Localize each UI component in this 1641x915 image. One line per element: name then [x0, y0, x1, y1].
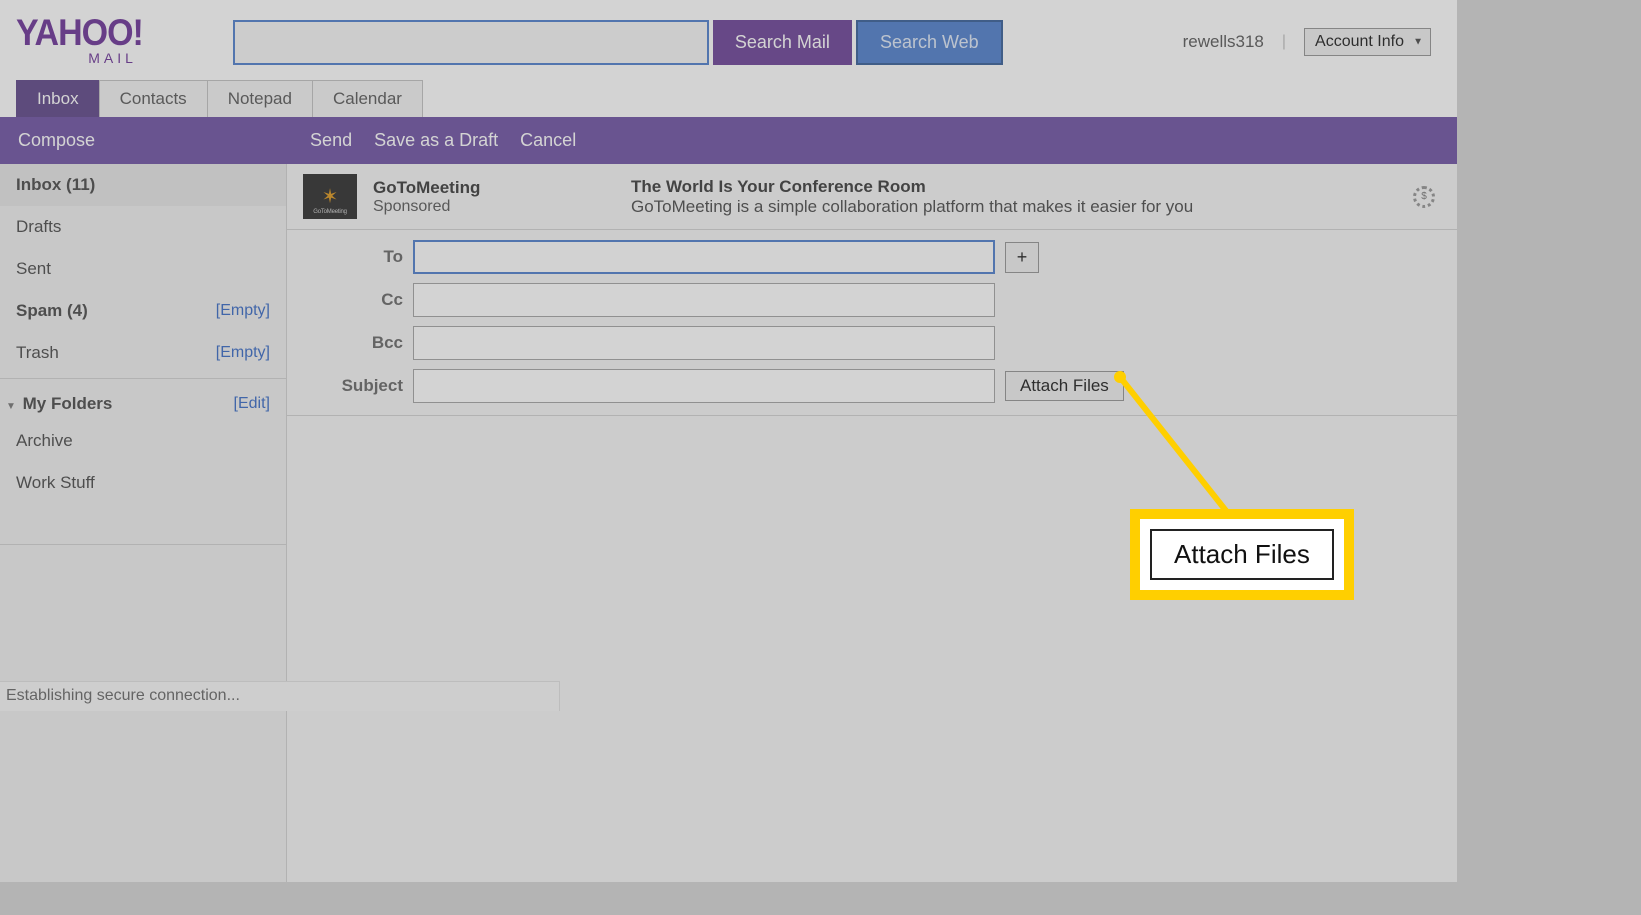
sidebar-spam[interactable]: Spam (4) [Empty]: [0, 290, 286, 332]
divider: |: [1282, 33, 1286, 51]
search-web-button[interactable]: Search Web: [856, 20, 1003, 65]
bcc-label: Bcc: [303, 333, 413, 353]
right-margin: [1457, 0, 1641, 915]
sidebar-divider: [0, 378, 286, 379]
compose-button[interactable]: Compose: [18, 130, 95, 151]
user-name[interactable]: rewells318: [1183, 32, 1264, 52]
callout-box: Attach Files: [1130, 509, 1354, 600]
ad-brand-col: GoToMeeting Sponsored: [373, 178, 631, 216]
ad-description: GoToMeeting is a simple collaboration pl…: [631, 197, 1193, 217]
header: YAHOO! MAIL Search Mail Search Web rewel…: [0, 0, 1457, 80]
sidebar-inbox-label: Inbox (11): [16, 175, 95, 195]
cc-row: Cc: [303, 283, 1441, 317]
trash-empty-link[interactable]: [Empty]: [216, 344, 270, 362]
to-row: To +: [303, 240, 1441, 274]
cc-input[interactable]: [413, 283, 995, 317]
yahoo-mail-logo[interactable]: YAHOO! MAIL: [16, 18, 143, 67]
sidebar-sent-label: Sent: [16, 259, 51, 279]
sidebar-sent[interactable]: Sent: [0, 248, 286, 290]
sidebar-my-folders[interactable]: ▼ My Folders [Edit]: [0, 383, 286, 420]
status-bar: Establishing secure connection...: [0, 681, 560, 711]
folder-archive-label: Archive: [16, 431, 73, 451]
folder-work-stuff-label: Work Stuff: [16, 473, 95, 493]
compose-toolbar: Compose Send Save as a Draft Cancel: [0, 117, 1457, 164]
sidebar-trash[interactable]: Trash [Empty]: [0, 332, 286, 374]
sidebar-spam-label: Spam (4): [16, 301, 88, 321]
tab-notepad[interactable]: Notepad: [207, 80, 313, 117]
subject-input[interactable]: [413, 369, 995, 403]
ad-logo-star: ✶: [322, 184, 339, 209]
account-info-dropdown[interactable]: Account Info: [1304, 28, 1431, 56]
bcc-row: Bcc: [303, 326, 1441, 360]
tab-calendar[interactable]: Calendar: [312, 80, 423, 117]
logo-top-text: YAHOO!: [16, 16, 143, 50]
sidebar-drafts[interactable]: Drafts: [0, 206, 286, 248]
main-tabs: Inbox Contacts Notepad Calendar: [0, 80, 1457, 117]
folders-edit-link[interactable]: [Edit]: [234, 395, 270, 413]
ad-logo-icon: ✶: [303, 174, 357, 219]
to-input[interactable]: [413, 240, 995, 274]
chevron-down-icon: ▼: [6, 401, 16, 412]
ad-headline: The World Is Your Conference Room: [631, 177, 1193, 197]
sidebar-trash-label: Trash: [16, 343, 59, 363]
send-button[interactable]: Send: [310, 130, 352, 151]
ad-sponsored-label: Sponsored: [373, 198, 631, 216]
my-folders-label: My Folders: [23, 394, 113, 413]
attach-files-button[interactable]: Attach Files: [1005, 371, 1124, 401]
sidebar-divider-2: [0, 544, 286, 545]
ad-text-col: The World Is Your Conference Room GoToMe…: [631, 177, 1193, 217]
callout-text: Attach Files: [1150, 529, 1334, 580]
ad-choices-icon[interactable]: [1413, 186, 1435, 208]
bcc-input[interactable]: [413, 326, 995, 360]
ad-brand: GoToMeeting: [373, 178, 631, 198]
sidebar-inbox[interactable]: Inbox (11): [0, 164, 286, 206]
add-recipient-button[interactable]: +: [1005, 242, 1039, 273]
sponsored-ad[interactable]: ✶ GoToMeeting Sponsored The World Is You…: [287, 164, 1457, 230]
tab-contacts[interactable]: Contacts: [99, 80, 208, 117]
search-input[interactable]: [233, 20, 709, 65]
search-bar: Search Mail Search Web: [233, 20, 1003, 65]
subject-label: Subject: [303, 376, 413, 396]
tab-inbox[interactable]: Inbox: [16, 80, 100, 117]
sidebar-drafts-label: Drafts: [16, 217, 61, 237]
sidebar-folder-work-stuff[interactable]: Work Stuff: [0, 462, 286, 504]
to-label: To: [303, 247, 413, 267]
header-right: rewells318 | Account Info: [1183, 28, 1441, 56]
cc-label: Cc: [303, 290, 413, 310]
save-draft-button[interactable]: Save as a Draft: [374, 130, 498, 151]
sidebar-folder-archive[interactable]: Archive: [0, 420, 286, 462]
cancel-button[interactable]: Cancel: [520, 130, 576, 151]
search-mail-button[interactable]: Search Mail: [713, 20, 852, 65]
spam-empty-link[interactable]: [Empty]: [216, 302, 270, 320]
sidebar: Inbox (11) Drafts Sent Spam (4) [Empty] …: [0, 164, 287, 882]
